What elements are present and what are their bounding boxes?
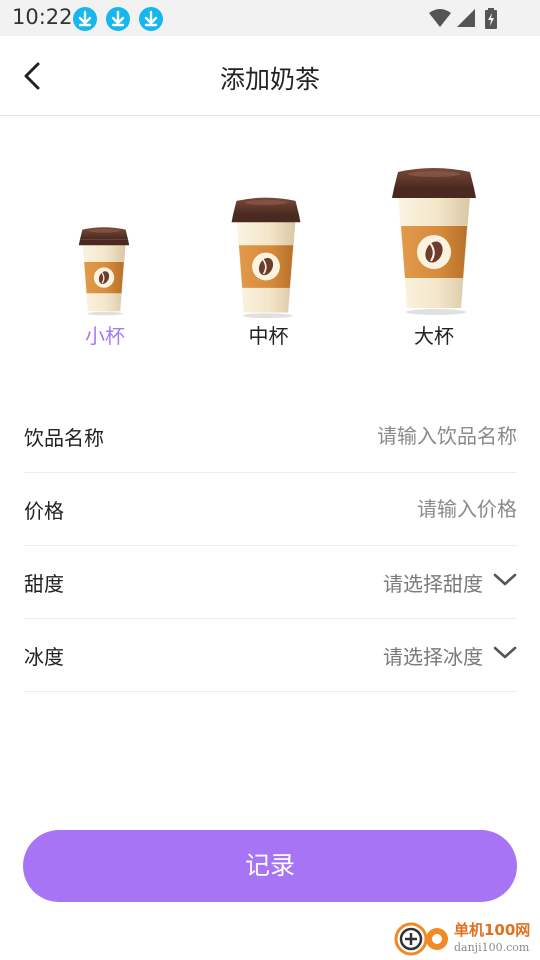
download-icon (106, 7, 130, 31)
watermark: 单机100网 danji100.com (392, 917, 538, 957)
status-bar: 10:22 (0, 0, 540, 36)
record-button[interactable]: 记录 (23, 830, 517, 902)
app-header: 添加奶茶 (0, 36, 540, 116)
status-time: 10:22 (12, 5, 73, 29)
chevron-down-icon (493, 646, 517, 659)
battery-charging-icon (485, 8, 497, 29)
cup-size-medium[interactable]: 中杯 (216, 196, 321, 350)
watermark-title: 单机100网 (454, 921, 531, 939)
cup-size-label-small: 小杯 (85, 324, 125, 348)
small-cup-icon (74, 226, 134, 316)
page-title: 添加奶茶 (219, 65, 320, 94)
form-row-price: 价格 (24, 473, 517, 546)
sweetness-select[interactable]: 甜度 请选择甜度 (24, 546, 517, 619)
cup-size-small[interactable]: 小杯 (55, 226, 155, 350)
large-cup-icon (384, 166, 484, 316)
form-row-name: 饮品名称 (24, 400, 517, 473)
watermark-url: danji100.com (454, 941, 530, 954)
sweetness-label: 甜度 (24, 572, 64, 596)
cup-size-label-medium: 中杯 (248, 324, 289, 348)
drink-name-input[interactable] (257, 418, 517, 454)
cup-size-large[interactable]: 大杯 (378, 166, 490, 350)
cup-size-label-large: 大杯 (414, 324, 454, 348)
ice-value: 请选择冰度 (383, 645, 483, 669)
name-label: 饮品名称 (24, 426, 104, 450)
price-label: 价格 (24, 499, 64, 523)
signal-icon (457, 9, 475, 27)
download-icon (73, 7, 97, 31)
ice-select[interactable]: 冰度 请选择冰度 (24, 619, 517, 692)
watermark-logo-icon (394, 922, 448, 956)
sweetness-value: 请选择甜度 (383, 572, 483, 596)
chevron-down-icon (493, 573, 517, 586)
wifi-icon (429, 9, 451, 27)
ice-label: 冰度 (24, 645, 64, 669)
price-input[interactable] (257, 491, 517, 527)
download-icon (139, 7, 163, 31)
medium-cup-icon (225, 196, 307, 319)
